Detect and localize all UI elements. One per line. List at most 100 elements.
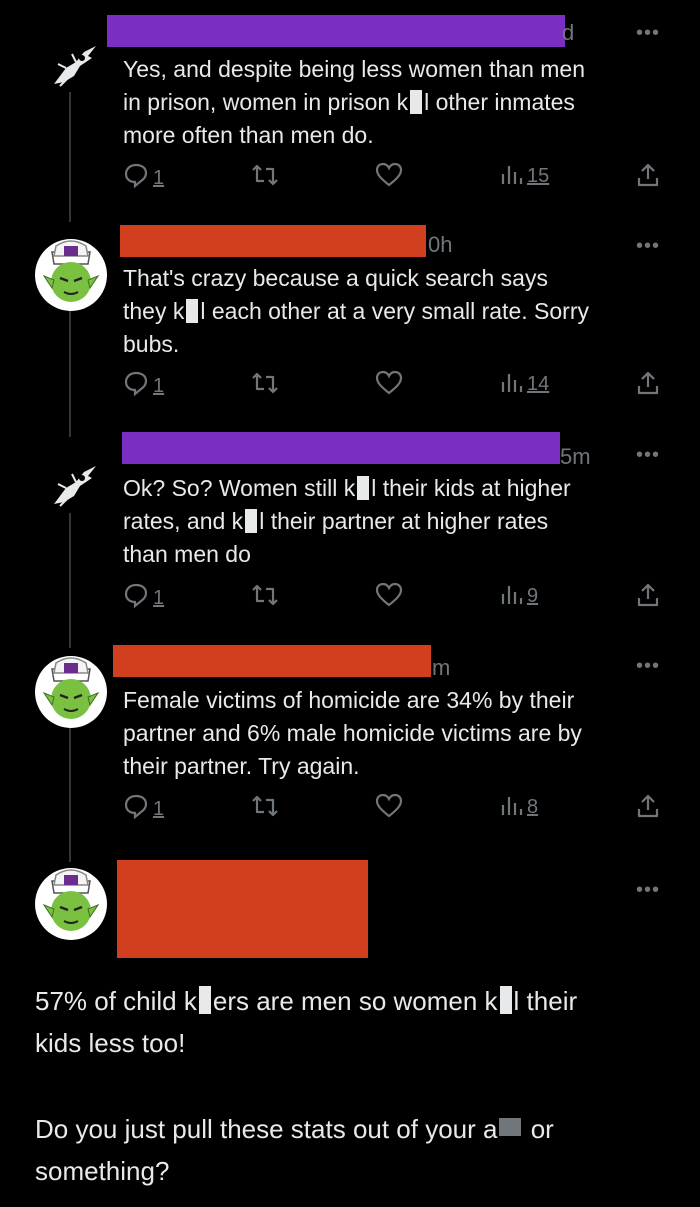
reply-icon <box>124 583 148 608</box>
text-line: they kl each other at a very small rate.… <box>123 298 589 324</box>
views-button[interactable]: 14 <box>499 370 549 394</box>
more-options-button[interactable]: ••• <box>636 444 660 467</box>
views-button[interactable]: 15 <box>499 162 549 186</box>
timestamp: 5m <box>560 444 591 469</box>
avatar-sketch-icon[interactable] <box>46 38 102 94</box>
view-count: 15 <box>527 165 550 187</box>
text-line: Ok? So? Women still kl their kids at hig… <box>123 475 571 501</box>
share-icon <box>637 794 659 818</box>
text-line: something? <box>35 1156 170 1186</box>
redacted-username <box>107 15 565 47</box>
views-button[interactable]: 9 <box>499 582 538 606</box>
text-line: than men do <box>123 541 251 567</box>
like-button[interactable] <box>375 162 403 188</box>
share-button[interactable] <box>635 162 661 188</box>
timestamp: d <box>562 20 575 45</box>
retweet-button[interactable] <box>250 162 280 188</box>
reply-count: 1 <box>153 587 165 609</box>
view-count: 9 <box>527 585 539 607</box>
timestamp: m <box>432 655 451 680</box>
text-line: their partner. Try again. <box>123 753 360 779</box>
redacted-username <box>117 860 368 958</box>
tweet-1[interactable]: d ••• Yes, and despite being less women … <box>0 0 700 210</box>
like-button[interactable] <box>375 793 403 819</box>
avatar-piccolo-icon[interactable] <box>34 655 108 729</box>
like-button[interactable] <box>375 582 403 608</box>
more-options-button[interactable]: ••• <box>636 655 660 678</box>
share-icon <box>637 371 659 395</box>
text-line: in prison, women in prison kl other inma… <box>123 89 575 115</box>
analytics-icon <box>501 166 523 184</box>
reply-count: 1 <box>153 798 165 820</box>
avatar-piccolo-icon[interactable] <box>34 238 108 312</box>
more-options-button[interactable]: ••• <box>636 22 660 45</box>
heart-icon <box>375 582 403 607</box>
text-line: bubs. <box>123 331 180 357</box>
tweet-text: 57% of child k ers are men so women kl th… <box>35 980 660 1192</box>
text-line: Female victims of homicide are 34% by th… <box>123 687 575 713</box>
text-line: partner and 6% male homicide victims are… <box>123 720 582 746</box>
censor-bar <box>410 90 423 114</box>
timestamp: 0h <box>428 232 453 257</box>
thread-view: d ••• Yes, and despite being less women … <box>0 0 700 1207</box>
reply-button[interactable]: 1 <box>123 162 164 188</box>
text-line: Do you just pull these stats out of your… <box>35 1114 554 1144</box>
retweet-icon <box>252 584 278 606</box>
retweet-icon <box>252 164 278 186</box>
action-bar: 1 8 <box>123 793 668 823</box>
censor-bar <box>499 1118 522 1136</box>
tweet-3[interactable]: 5m ••• Ok? So? Women still kl their kids… <box>0 420 700 635</box>
tweet-text: Ok? So? Women still kl their kids at hig… <box>123 472 660 571</box>
censor-bar <box>245 509 258 533</box>
analytics-icon <box>501 374 523 392</box>
avatar-piccolo-icon[interactable] <box>34 867 108 941</box>
tweet-4[interactable]: m ••• Female victims of homicide are 34%… <box>0 635 700 845</box>
text-line: That's crazy because a quick search says <box>123 265 548 291</box>
tweet-text: That's crazy because a quick search says… <box>123 262 660 361</box>
share-icon <box>637 163 659 187</box>
like-button[interactable] <box>375 370 403 396</box>
analytics-icon <box>501 586 523 604</box>
reply-icon <box>124 163 148 188</box>
censor-bar <box>186 299 199 323</box>
retweet-button[interactable] <box>250 370 280 396</box>
action-bar: 1 9 <box>123 582 668 612</box>
reply-icon <box>124 371 148 396</box>
share-button[interactable] <box>635 370 661 396</box>
censor-bar <box>499 986 512 1014</box>
view-count: 14 <box>527 373 550 395</box>
share-icon <box>637 583 659 607</box>
avatar-sketch-icon[interactable] <box>46 458 102 514</box>
reply-button[interactable]: 1 <box>123 582 164 608</box>
reply-count: 1 <box>153 375 165 397</box>
redacted-username <box>113 645 431 677</box>
retweet-icon <box>252 795 278 817</box>
share-button[interactable] <box>635 582 661 608</box>
tweet-text: Yes, and despite being less women than m… <box>123 53 660 152</box>
tweet-2[interactable]: 0h ••• That's crazy because a quick sear… <box>0 210 700 420</box>
views-button[interactable]: 8 <box>499 793 538 817</box>
more-options-button[interactable]: ••• <box>636 235 660 258</box>
tweet-5-focused[interactable]: ••• 57% of child k ers are men so women k… <box>0 845 700 1207</box>
reply-button[interactable]: 1 <box>123 370 164 396</box>
more-options-button[interactable]: ••• <box>636 879 660 902</box>
heart-icon <box>375 793 403 818</box>
reply-icon <box>124 794 148 819</box>
text-line: kids less too! <box>35 1028 186 1058</box>
reply-count: 1 <box>153 167 165 189</box>
retweet-button[interactable] <box>250 793 280 819</box>
share-button[interactable] <box>635 793 661 819</box>
redacted-username <box>122 432 560 464</box>
censor-bar <box>198 986 211 1014</box>
reply-button[interactable]: 1 <box>123 793 164 819</box>
text-line: Yes, and despite being less women than m… <box>123 56 586 82</box>
retweet-button[interactable] <box>250 582 280 608</box>
text-line: rates, and kl their partner at higher ra… <box>123 508 549 534</box>
redacted-username <box>120 225 426 257</box>
tweet-text: Female victims of homicide are 34% by th… <box>123 684 660 783</box>
action-bar: 1 14 <box>123 370 668 400</box>
text-line: 57% of child k ers are men so women kl th… <box>35 986 578 1016</box>
retweet-icon <box>252 372 278 394</box>
text-line: more often than men do. <box>123 122 374 148</box>
